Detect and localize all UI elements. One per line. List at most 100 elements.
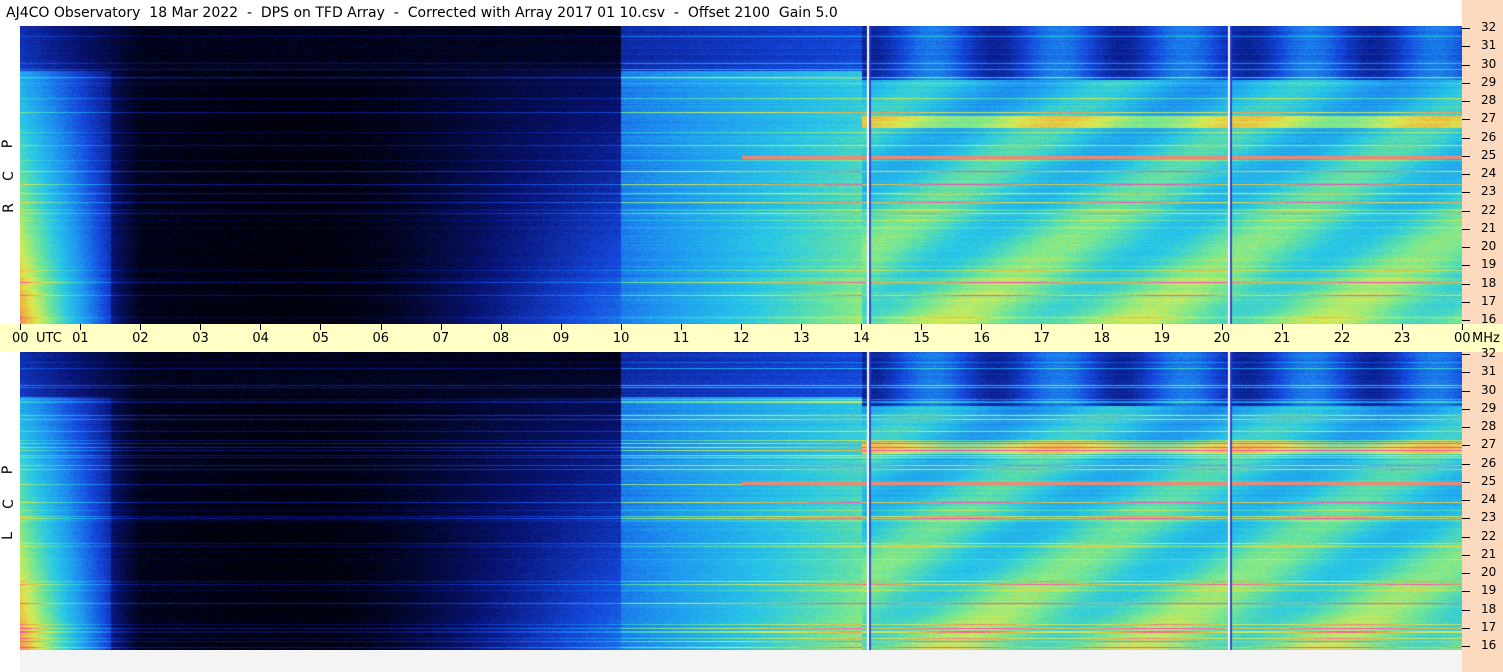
time-tick-mark bbox=[741, 324, 742, 330]
time-tick-label: 14 bbox=[853, 331, 870, 346]
time-tick-mark bbox=[861, 324, 863, 330]
freq-tick-label: 16 bbox=[1481, 312, 1497, 326]
time-tick-mark bbox=[80, 324, 82, 330]
time-tick-mark bbox=[801, 324, 803, 330]
freq-tick-mark bbox=[1462, 137, 1470, 139]
time-tick-mark bbox=[1221, 324, 1223, 330]
freq-tick-label: 32 bbox=[1481, 20, 1497, 34]
freq-tick-label: 18 bbox=[1481, 275, 1497, 290]
freq-tick-mark bbox=[1462, 518, 1470, 520]
time-tick-mark bbox=[620, 324, 622, 330]
polarization-letter: C bbox=[0, 499, 17, 509]
freq-tick-mark bbox=[1462, 408, 1470, 410]
freq-tick-label: 30 bbox=[1481, 382, 1497, 397]
freq-tick-label: 26 bbox=[1481, 455, 1497, 470]
freq-tick-mark bbox=[1462, 627, 1470, 629]
freq-tick-label: 28 bbox=[1481, 419, 1497, 433]
freq-tick-mark bbox=[1462, 320, 1470, 321]
time-tick-label: 19 bbox=[1153, 331, 1171, 346]
freq-tick-mark bbox=[1462, 554, 1470, 556]
rcp-spectrogram bbox=[20, 26, 1462, 324]
utc-time-axis: 00 01 02 03 04 05 06 07 08 09 10 11 12 13 14 15 16 17 18 19… bbox=[0, 324, 1503, 352]
freq-tick-label: 21 bbox=[1481, 546, 1497, 561]
polarization-letter: C bbox=[0, 171, 17, 181]
freq-tick-label: 27 bbox=[1481, 437, 1497, 452]
freq-tick-label: 19 bbox=[1481, 257, 1497, 272]
chart-title: AJ4CO Observatory 18 Mar 2022 - DPS on T… bbox=[0, 0, 1462, 26]
freq-tick-mark bbox=[1462, 192, 1470, 194]
freq-tick-mark bbox=[1462, 174, 1470, 175]
time-tick-label: 16 bbox=[973, 331, 990, 346]
freq-tick-mark bbox=[1462, 155, 1470, 157]
freq-tick-mark bbox=[1462, 646, 1470, 647]
freq-tick-label: 27 bbox=[1481, 111, 1497, 126]
freq-tick-mark bbox=[1462, 101, 1470, 102]
freq-tick-label: 24 bbox=[1481, 492, 1497, 506]
utc-label: UTC bbox=[36, 331, 62, 346]
freq-tick-label: 26 bbox=[1481, 129, 1497, 144]
time-tick-label: 15 bbox=[913, 331, 930, 346]
freq-tick-mark bbox=[1462, 210, 1470, 212]
freq-tick-mark bbox=[1462, 390, 1470, 392]
time-tick-mark bbox=[440, 324, 442, 330]
lcp-heatmap bbox=[20, 352, 1462, 650]
freq-tick-mark bbox=[1462, 536, 1470, 538]
freq-tick-mark bbox=[1462, 301, 1470, 303]
freq-tick-label: 18 bbox=[1481, 601, 1497, 616]
freq-tick-mark bbox=[1462, 573, 1470, 574]
time-tick-mark bbox=[500, 324, 502, 330]
freq-tick-label: 19 bbox=[1481, 583, 1497, 598]
time-tick-label: 12 bbox=[733, 331, 750, 346]
freq-tick-label: 30 bbox=[1481, 56, 1497, 71]
freq-tick-label: 17 bbox=[1481, 293, 1497, 308]
freq-tick-mark bbox=[1462, 247, 1470, 248]
time-tick-label: 00 bbox=[12, 331, 29, 346]
polarization-letter: R bbox=[0, 203, 17, 213]
time-tick-label: 01 bbox=[72, 331, 89, 346]
time-tick-label: 00 bbox=[1454, 331, 1471, 346]
freq-tick-label: 29 bbox=[1481, 400, 1497, 415]
freq-tick-label: 28 bbox=[1481, 93, 1497, 107]
time-tick-label: 08 bbox=[492, 331, 510, 346]
freq-tick-label: 22 bbox=[1481, 528, 1497, 543]
freq-tick-mark bbox=[1462, 119, 1470, 121]
freq-tick-label: 20 bbox=[1481, 239, 1497, 253]
time-tick-mark bbox=[140, 324, 142, 330]
freq-tick-mark bbox=[1462, 354, 1470, 355]
time-tick-mark bbox=[1041, 324, 1043, 330]
time-tick-mark bbox=[981, 324, 983, 330]
time-tick-label: 03 bbox=[192, 331, 209, 346]
polarization-letter: P bbox=[0, 139, 17, 149]
freq-tick-label: 31 bbox=[1481, 38, 1497, 53]
freq-tick-label: 25 bbox=[1481, 147, 1497, 162]
freq-tick-label: 24 bbox=[1481, 166, 1497, 180]
freq-tick-label: 31 bbox=[1481, 364, 1497, 379]
time-tick-mark bbox=[921, 324, 923, 330]
freq-tick-mark bbox=[1462, 500, 1470, 501]
freq-tick-label: 20 bbox=[1481, 565, 1497, 579]
freq-tick-mark bbox=[1462, 283, 1470, 285]
freq-tick-label: 16 bbox=[1481, 638, 1497, 652]
freq-tick-mark bbox=[1462, 46, 1470, 48]
time-tick-mark bbox=[320, 324, 322, 330]
time-tick-mark bbox=[260, 324, 262, 330]
freq-tick-mark bbox=[1462, 82, 1470, 84]
freq-tick-label: 17 bbox=[1481, 619, 1497, 634]
time-tick-label: 10 bbox=[612, 331, 630, 346]
time-tick-label: 04 bbox=[252, 331, 269, 346]
mhz-label: MHz bbox=[1472, 331, 1500, 346]
time-tick-mark bbox=[200, 324, 202, 330]
time-tick-mark bbox=[1462, 324, 1463, 330]
time-tick-label: 22 bbox=[1333, 331, 1351, 346]
time-tick-mark bbox=[560, 324, 562, 330]
freq-tick-mark bbox=[1462, 427, 1470, 428]
freq-tick-mark bbox=[1462, 481, 1470, 483]
time-tick-label: 05 bbox=[312, 331, 329, 346]
freq-tick-label: 22 bbox=[1481, 202, 1497, 217]
polarization-letter: P bbox=[0, 465, 17, 475]
time-tick-mark bbox=[1101, 324, 1103, 330]
freq-tick-label: 21 bbox=[1481, 220, 1497, 235]
time-tick-label: 07 bbox=[432, 331, 450, 346]
time-tick-label: 21 bbox=[1273, 331, 1291, 346]
freq-tick-mark bbox=[1462, 591, 1470, 593]
